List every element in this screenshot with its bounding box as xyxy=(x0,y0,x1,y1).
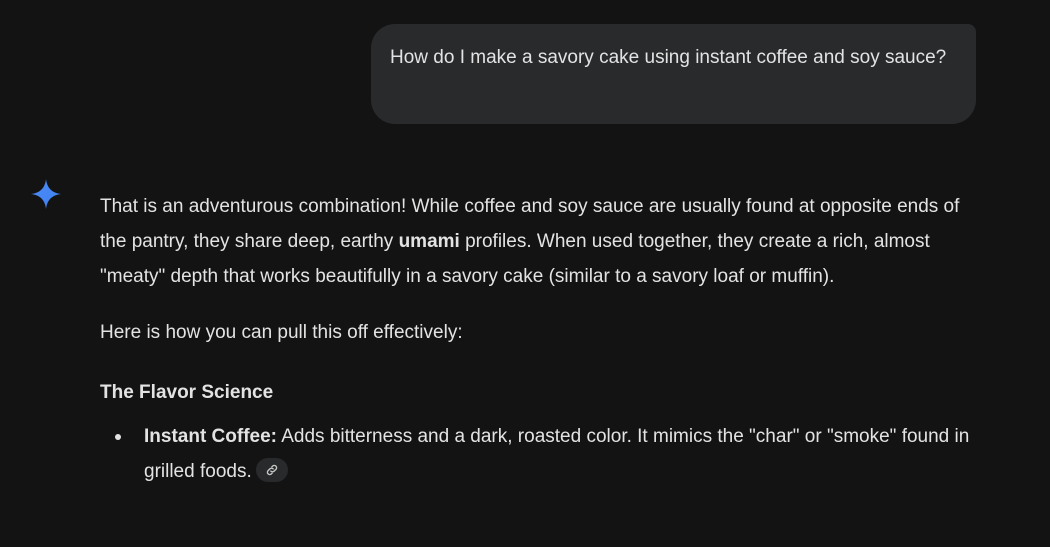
intro-bold-umami: umami xyxy=(398,231,460,252)
source-link-button[interactable] xyxy=(255,457,288,482)
bullet-label: Instant Coffee: xyxy=(144,426,277,447)
assistant-response: That is an adventurous combination! Whil… xyxy=(100,189,980,489)
flavor-bullet-list: Instant Coffee: Adds bitterness and a da… xyxy=(100,419,980,489)
link-icon xyxy=(266,464,277,476)
response-intro-paragraph: That is an adventurous combination! Whil… xyxy=(100,189,975,294)
section-heading: The Flavor Science xyxy=(100,382,274,403)
chat-page: How do I make a savory cake using instan… xyxy=(0,0,1050,547)
response-lead-paragraph: Here is how you can pull this off effect… xyxy=(100,322,463,343)
user-message-bubble: How do I make a savory cake using instan… xyxy=(371,24,976,124)
bullet-dot-icon xyxy=(115,434,121,440)
user-message-text: How do I make a savory cake using instan… xyxy=(390,47,947,68)
list-item: Instant Coffee: Adds bitterness and a da… xyxy=(100,419,974,489)
gemini-sparkle-icon xyxy=(30,178,62,210)
